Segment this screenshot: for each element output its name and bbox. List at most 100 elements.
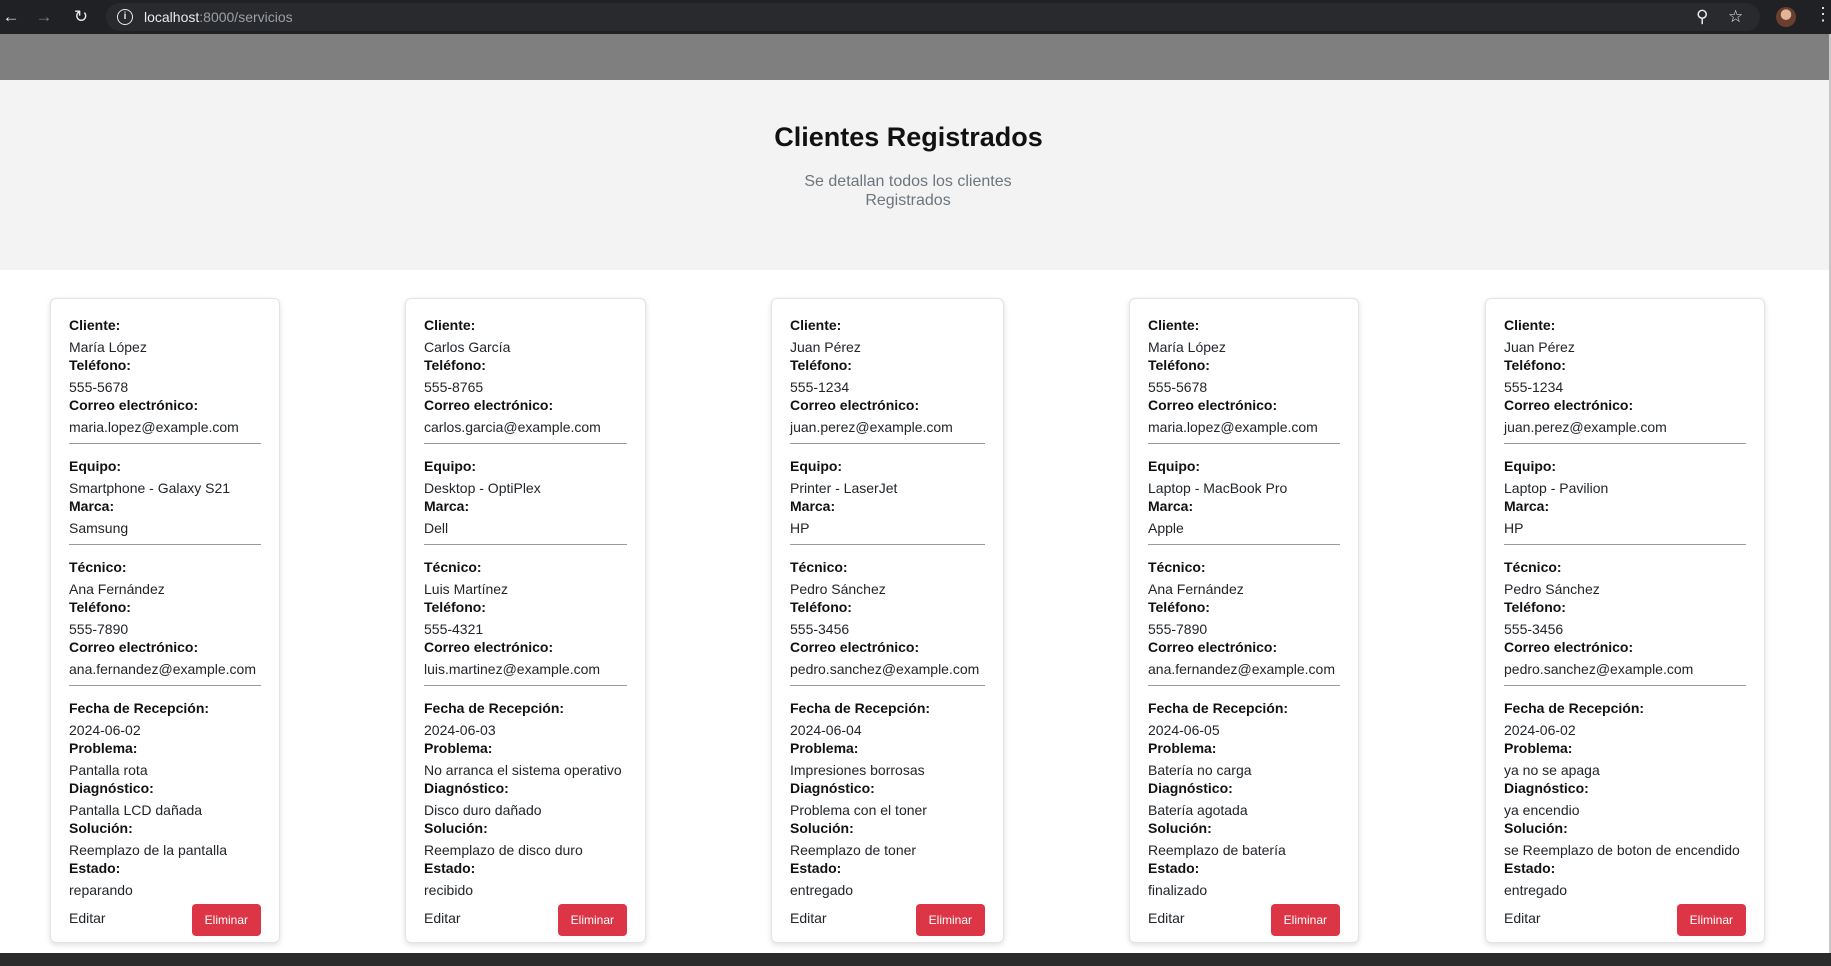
site-navbar	[0, 34, 1829, 80]
field-value-correo: juan.perez@example.com	[1504, 419, 1667, 435]
delete-button[interactable]: Eliminar	[915, 904, 985, 936]
field-label-correo: Correo electrónico:	[1148, 397, 1278, 413]
field-label-equipo: Equipo:	[790, 458, 843, 474]
bookmark-star-icon[interactable]: ☆	[1728, 7, 1743, 27]
field-value-diagnostico: Problema con el toner	[790, 802, 927, 818]
card-actions: Editar Eliminar	[424, 904, 627, 942]
delete-button[interactable]: Eliminar	[1270, 904, 1340, 936]
field-value-equipo: Laptop - Pavilion	[1504, 480, 1609, 496]
zoom-icon[interactable]: ⚲	[1696, 7, 1708, 27]
field-value-solucion: Reemplazo de la pantalla	[69, 842, 227, 858]
field-label-estado: Estado:	[1148, 860, 1200, 876]
section-divider	[69, 544, 261, 545]
field-label-correo: Correo electrónico:	[1504, 397, 1634, 413]
field-value-correo: juan.perez@example.com	[790, 419, 953, 435]
field-label-fecha: Fecha de Recepción:	[69, 700, 210, 716]
field-label-estado: Estado:	[790, 860, 842, 876]
field-value-diagnostico: Pantalla LCD dañada	[69, 802, 203, 818]
section-divider	[1504, 544, 1746, 545]
field-value-tec-telefono: 555-7890	[69, 621, 129, 637]
field-label-estado: Estado:	[69, 860, 121, 876]
edit-link[interactable]: Editar	[1148, 910, 1185, 926]
edit-link[interactable]: Editar	[1504, 910, 1541, 926]
field-label-diagnostico: Diagnóstico:	[790, 780, 875, 796]
field-value-fecha: 2024-06-03	[424, 722, 496, 738]
field-label-telefono: Teléfono:	[69, 357, 131, 373]
page-footer-bar	[0, 953, 1831, 966]
reload-icon[interactable]: ↻	[70, 6, 92, 28]
field-label-tec-telefono: Teléfono:	[790, 599, 852, 615]
field-value-marca: HP	[790, 520, 810, 536]
field-value-marca: HP	[1504, 520, 1524, 536]
field-value-tec-correo: pedro.sanchez@example.com	[1504, 661, 1694, 677]
field-label-estado: Estado:	[424, 860, 476, 876]
address-bar[interactable]: i localhost:8000/servicios ⚲ ☆	[106, 3, 1760, 31]
field-value-equipo: Printer - LaserJet	[790, 480, 898, 496]
field-label-cliente: Cliente:	[1504, 317, 1556, 333]
subtitle-line-2: Registrados	[865, 192, 951, 209]
card-actions: Editar Eliminar	[1504, 904, 1746, 942]
field-label-marca: Marca:	[790, 498, 836, 514]
field-label-tec-correo: Correo electrónico:	[424, 639, 554, 655]
section-divider	[69, 443, 261, 444]
section-divider	[790, 685, 985, 686]
edit-link[interactable]: Editar	[790, 910, 827, 926]
field-label-diagnostico: Diagnóstico:	[1148, 780, 1233, 796]
field-value-estado: entregado	[790, 882, 854, 898]
url-text[interactable]: localhost:8000/servicios	[144, 9, 293, 25]
field-label-problema: Problema:	[1148, 740, 1217, 756]
back-arrow-icon[interactable]: ←	[0, 6, 22, 28]
field-value-equipo: Smartphone - Galaxy S21	[69, 480, 231, 496]
forward-arrow-icon[interactable]: →	[33, 6, 55, 28]
field-value-tec-correo: ana.fernandez@example.com	[69, 661, 256, 677]
url-host: localhost	[144, 9, 200, 25]
field-label-fecha: Fecha de Recepción:	[790, 700, 931, 716]
field-label-tecnico: Técnico:	[424, 559, 482, 575]
section-divider	[424, 443, 627, 444]
section-divider	[424, 544, 627, 545]
field-label-tec-correo: Correo electrónico:	[790, 639, 920, 655]
site-info-icon[interactable]: i	[117, 9, 133, 25]
section-divider	[1148, 544, 1340, 545]
delete-button[interactable]: Eliminar	[557, 904, 627, 936]
edit-link[interactable]: Editar	[424, 910, 461, 926]
field-label-marca: Marca:	[1148, 498, 1194, 514]
field-value-marca: Apple	[1148, 520, 1184, 536]
service-card: Cliente: Carlos García Teléfono: 555-8765 Co…	[405, 298, 646, 943]
field-label-tecnico: Técnico:	[1148, 559, 1206, 575]
field-value-estado: entregado	[1504, 882, 1568, 898]
section-divider	[790, 443, 985, 444]
field-value-equipo: Laptop - MacBook Pro	[1148, 480, 1288, 496]
edit-link[interactable]: Editar	[69, 910, 106, 926]
field-value-correo: maria.lopez@example.com	[1148, 419, 1318, 435]
field-value-estado: reparando	[69, 882, 133, 898]
field-label-tec-telefono: Teléfono:	[1504, 599, 1566, 615]
field-value-diagnostico: Disco duro dañado	[424, 802, 542, 818]
field-value-diagnostico: ya encendio	[1504, 802, 1580, 818]
service-card: Cliente: María López Teléfono: 555-5678 Corr…	[1129, 298, 1359, 943]
field-value-diagnostico: Batería agotada	[1148, 802, 1248, 818]
field-value-tec-telefono: 555-3456	[1504, 621, 1564, 637]
field-value-fecha: 2024-06-02	[1504, 722, 1576, 738]
field-value-problema: No arranca el sistema operativo	[424, 762, 622, 778]
field-label-tec-correo: Correo electrónico:	[1504, 639, 1634, 655]
field-label-correo: Correo electrónico:	[790, 397, 920, 413]
page-subtitle: Se detallan todos los clientes Registrad…	[793, 172, 1023, 210]
section-divider	[69, 685, 261, 686]
field-value-solucion: Reemplazo de disco duro	[424, 842, 583, 858]
section-divider	[1504, 685, 1746, 686]
field-value-marca: Samsung	[69, 520, 129, 536]
profile-avatar[interactable]	[1776, 7, 1796, 27]
browser-menu-icon[interactable]: ⋮	[1814, 4, 1831, 25]
field-label-cliente: Cliente:	[69, 317, 121, 333]
field-label-tec-correo: Correo electrónico:	[1148, 639, 1278, 655]
hero-section: Clientes Registrados Se detallan todos l…	[0, 80, 1829, 270]
delete-button[interactable]: Eliminar	[191, 904, 261, 936]
field-value-solucion: Reemplazo de toner	[790, 842, 917, 858]
field-value-fecha: 2024-06-02	[69, 722, 141, 738]
field-value-cliente: Juan Pérez	[1504, 339, 1575, 355]
field-value-tecnico: Ana Fernández	[1148, 581, 1244, 597]
delete-button[interactable]: Eliminar	[1676, 904, 1746, 936]
field-value-estado: finalizado	[1148, 882, 1208, 898]
section-divider	[790, 544, 985, 545]
